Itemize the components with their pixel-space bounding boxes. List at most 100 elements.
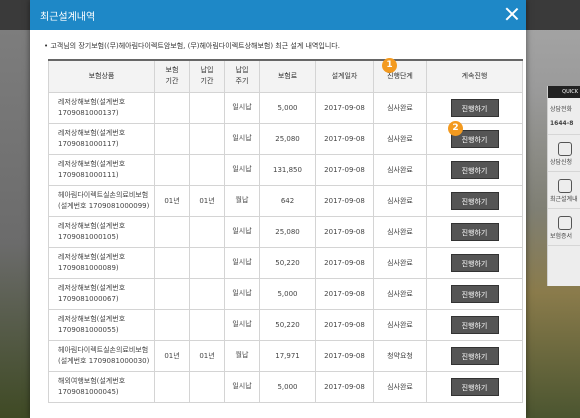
cell-premium: 5,000 <box>259 277 316 310</box>
cell-pay-period <box>189 91 225 124</box>
quick-item-consult-label: 상담신청 <box>550 159 573 166</box>
header-premium: 보험료 <box>259 59 316 93</box>
continue-button[interactable]: 진행하기 <box>450 377 499 396</box>
cell-pay-cycle: 일시납 <box>224 122 260 155</box>
design-history-table: 보험상품 보험 기간 납입 기간 납입 주기 보험료 설계일자 진행단계 계속진… <box>48 59 523 403</box>
cell-premium: 5,000 <box>259 91 316 124</box>
cell-product: 레저상해보험(설계번호 1709081000117) <box>48 122 155 155</box>
table-row: 레저상해보험(설계번호 1709081000067) 일시납 5,000 2017-0… <box>48 277 523 310</box>
cell-product: 레저상해보험(설계번호 1709081000105) <box>48 215 155 248</box>
cell-product: 레저상해보험(설계번호 1709081000137) <box>48 91 155 124</box>
table-row: 레저상해보험(설계번호 1709081000055) 일시납 50,220 2017-… <box>48 308 523 341</box>
continue-button[interactable]: 진행하기 <box>450 222 499 241</box>
cell-premium: 25,080 <box>259 215 316 248</box>
cell-action: 진행하기 <box>426 370 523 403</box>
header-product: 보험상품 <box>48 59 155 93</box>
cell-product: 헤아림다이렉트실손의료비보험(설계번호 1709081000099) <box>48 184 155 217</box>
document-icon <box>558 179 572 193</box>
table-row: 해외여행보험(설계번호 1709081000045) 일시납 5,000 2017-0… <box>48 370 523 403</box>
continue-button[interactable]: 진행하기 <box>450 315 499 334</box>
cell-pay-cycle: 일시납 <box>224 246 260 279</box>
cell-premium: 131,850 <box>259 153 316 186</box>
cell-period <box>154 91 190 124</box>
cell-period <box>154 370 190 403</box>
quick-item-call-label: 상담전화 <box>550 106 573 113</box>
cell-product: 레저상해보험(설계번호 1709081000055) <box>48 308 155 341</box>
cell-date: 2017-09-08 <box>315 91 374 124</box>
cell-premium: 5,000 <box>259 370 316 403</box>
continue-button[interactable]: 진행하기 <box>450 253 499 272</box>
cell-action: 진행하기 <box>426 184 523 217</box>
cell-date: 2017-09-08 <box>315 246 374 279</box>
recent-design-modal: 최근설계내역 고객님의 장기보험((무)헤아림다이렉트암보험, (무)헤아림다이… <box>30 0 526 418</box>
cell-pay-period <box>189 153 225 186</box>
cell-period <box>154 308 190 341</box>
certificate-icon <box>558 216 572 230</box>
cell-product: 레저상해보험(설계번호 1709081000067) <box>48 277 155 310</box>
quick-item-recent-label: 최근설계내 <box>550 196 578 203</box>
cell-pay-period <box>189 277 225 310</box>
cell-period <box>154 122 190 155</box>
cell-action: 진행하기 <box>426 339 523 372</box>
continue-button[interactable]: 진행하기 <box>450 191 499 210</box>
header-pay-cycle: 납입 주기 <box>224 59 260 93</box>
cell-product: 레저상해보험(설계번호 1709081000089) <box>48 246 155 279</box>
continue-button[interactable]: 진행하기 <box>450 284 499 303</box>
cell-status: 심사완료 <box>373 370 427 403</box>
quick-menu-title: QUICK <box>548 86 580 98</box>
cell-pay-cycle: 일시납 <box>224 153 260 186</box>
quick-item-call[interactable]: 상담전화 1644-8 <box>548 98 580 135</box>
quick-item-recent[interactable]: 최근설계내 <box>548 172 580 209</box>
cell-period <box>154 215 190 248</box>
cell-period <box>154 153 190 186</box>
table-row: 레저상해보험(설계번호 1709081000105) 일시납 25,080 2017-… <box>48 215 523 248</box>
quick-menu: QUICK 상담전화 1644-8 상담신청 최근설계내 보험증서 <box>547 86 580 286</box>
header-period: 보험 기간 <box>154 59 190 93</box>
cell-pay-cycle: 일시납 <box>224 370 260 403</box>
continue-button[interactable]: 진행하기 <box>450 346 499 365</box>
cell-action: 진행하기 <box>426 122 523 155</box>
quick-item-consult[interactable]: 상담신청 <box>548 135 580 172</box>
modal-title: 최근설계내역 <box>40 12 96 23</box>
cell-date: 2017-09-08 <box>315 308 374 341</box>
cell-action: 진행하기 <box>426 215 523 248</box>
cell-period <box>154 246 190 279</box>
cell-date: 2017-09-08 <box>315 370 374 403</box>
cell-action: 진행하기 <box>426 277 523 310</box>
person-icon <box>558 142 572 156</box>
quick-item-certificate[interactable]: 보험증서 <box>548 209 580 246</box>
quick-item-phone: 1644-8 <box>550 120 574 127</box>
left-background-strip <box>0 30 30 418</box>
header-pay-period: 납입 기간 <box>189 59 225 93</box>
cell-premium: 50,220 <box>259 246 316 279</box>
cell-status: 심사완료 <box>373 308 427 341</box>
cell-action: 진행하기 <box>426 246 523 279</box>
cell-period <box>154 277 190 310</box>
table-row: 레저상해보험(설계번호 1709081000089) 일시납 50,220 2017-… <box>48 246 523 279</box>
modal-header: 최근설계내역 <box>30 0 526 30</box>
cell-pay-period: 01년 <box>189 339 225 372</box>
cell-pay-period <box>189 122 225 155</box>
close-icon[interactable] <box>504 6 520 22</box>
cell-status: 심사완료 <box>373 184 427 217</box>
table-row: 레저상해보험(설계번호 1709081000111) 일시납 131,850 2017… <box>48 153 523 186</box>
cell-status: 심사완료 <box>373 122 427 155</box>
header-action: 계속진행 <box>426 59 523 93</box>
continue-button[interactable]: 진행하기 <box>450 160 499 179</box>
cell-date: 2017-09-08 <box>315 215 374 248</box>
cell-date: 2017-09-08 <box>315 122 374 155</box>
cell-status: 청약요청 <box>373 339 427 372</box>
cell-premium: 25,080 <box>259 122 316 155</box>
cell-pay-cycle: 일시납 <box>224 91 260 124</box>
table-row: 헤아림다이렉트실손의료비보험(설계번호 1709081000030) 01년 01년… <box>48 339 523 372</box>
cell-product: 레저상해보험(설계번호 1709081000111) <box>48 153 155 186</box>
cell-pay-cycle: 일시납 <box>224 308 260 341</box>
cell-status: 심사완료 <box>373 91 427 124</box>
cell-action: 진행하기 <box>426 153 523 186</box>
cell-pay-cycle: 일시납 <box>224 277 260 310</box>
cell-pay-period <box>189 370 225 403</box>
cell-period: 01년 <box>154 184 190 217</box>
continue-button[interactable]: 진행하기 <box>450 98 499 117</box>
table-row: 레저상해보험(설계번호 1709081000137) 일시납 5,000 2017-0… <box>48 91 523 124</box>
cell-period: 01년 <box>154 339 190 372</box>
